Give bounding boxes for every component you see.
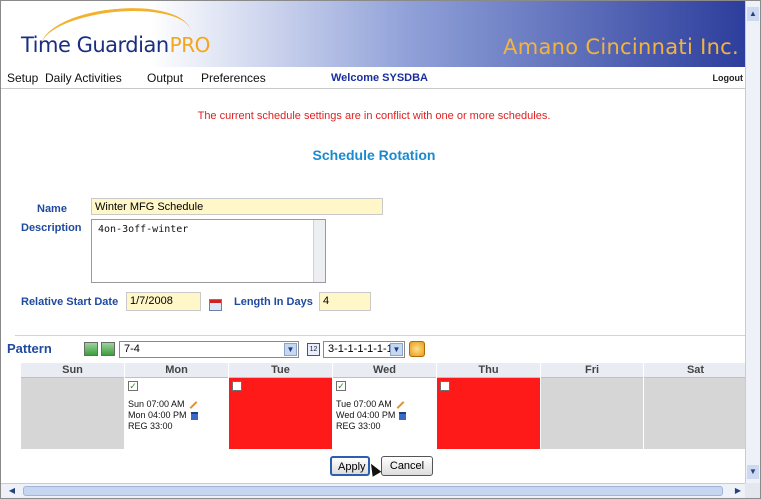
sequence-icon[interactable]: 12 bbox=[307, 343, 320, 356]
day-checkbox[interactable]: ✓ bbox=[336, 381, 346, 391]
day-cell[interactable] bbox=[21, 378, 124, 449]
logo-pro: PRO bbox=[169, 33, 211, 57]
description-text: 4on-3off-winter bbox=[98, 224, 189, 235]
length-label: Length In Days bbox=[234, 296, 313, 308]
day-column-wed: Wed ✓ Tue 07:00 AM Wed 04:00 PM REG 33:0… bbox=[333, 363, 437, 449]
day-checkbox[interactable] bbox=[232, 381, 242, 391]
app-header: Time GuardianPRO Amano Cincinnati Inc. bbox=[1, 1, 747, 77]
logout-link[interactable]: Logout bbox=[713, 73, 744, 83]
scroll-left-icon[interactable]: ◀ bbox=[5, 485, 19, 497]
pattern-select[interactable]: 7-4 ▼ bbox=[119, 341, 299, 358]
shift-info: Tue 07:00 AM Wed 04:00 PM REG 33:00 bbox=[336, 399, 407, 432]
day-header: Fri bbox=[541, 363, 643, 378]
trash-icon[interactable] bbox=[190, 411, 198, 420]
shift-start: Sun 07:00 AM bbox=[128, 399, 185, 409]
scroll-up-icon[interactable]: ▲ bbox=[747, 7, 759, 21]
name-label: Name bbox=[37, 203, 67, 215]
schedule-grid: Sun Mon ✓ Sun 07:00 AM Mon 04:00 PM REG … bbox=[21, 363, 747, 449]
day-cell[interactable] bbox=[437, 378, 540, 449]
day-header: Thu bbox=[437, 363, 540, 378]
day-header: Wed bbox=[333, 363, 436, 378]
day-cell[interactable]: ✓ Sun 07:00 AM Mon 04:00 PM REG 33:00 bbox=[125, 378, 228, 449]
calendar-icon[interactable] bbox=[209, 299, 222, 311]
description-scrollbar[interactable] bbox=[313, 220, 325, 282]
day-cell[interactable] bbox=[541, 378, 643, 449]
description-textarea[interactable]: 4on-3off-winter bbox=[91, 219, 326, 283]
sequence-select[interactable]: 3-1-1-1-1-1-1 ▼ bbox=[323, 341, 405, 358]
edit-icon[interactable] bbox=[396, 400, 405, 409]
shift-code: REG 33:00 bbox=[128, 421, 173, 431]
menu-output[interactable]: Output bbox=[147, 71, 183, 85]
logo-text: Time Guardian bbox=[21, 33, 169, 57]
start-date-label: Relative Start Date bbox=[21, 296, 119, 308]
scroll-down-icon[interactable]: ▼ bbox=[747, 465, 759, 479]
name-field[interactable]: Winter MFG Schedule bbox=[91, 198, 383, 215]
day-column-tue: Tue bbox=[229, 363, 333, 449]
chevron-down-icon[interactable]: ▼ bbox=[390, 343, 403, 356]
length-field[interactable]: 4 bbox=[319, 292, 371, 311]
shift-code: REG 33:00 bbox=[336, 421, 381, 431]
shift-start: Tue 07:00 AM bbox=[336, 399, 392, 409]
scroll-right-icon[interactable]: ▶ bbox=[731, 485, 745, 497]
day-column-mon: Mon ✓ Sun 07:00 AM Mon 04:00 PM REG 33:0… bbox=[125, 363, 229, 449]
day-header: Mon bbox=[125, 363, 228, 378]
app-window: Time GuardianPRO Amano Cincinnati Inc. S… bbox=[0, 0, 761, 499]
description-label: Description bbox=[21, 222, 82, 234]
company-name: Amano Cincinnati Inc. bbox=[503, 35, 739, 59]
app-logo: Time GuardianPRO bbox=[21, 33, 210, 57]
shift-end: Mon 04:00 PM bbox=[128, 410, 187, 420]
chevron-down-icon[interactable]: ▼ bbox=[284, 343, 297, 356]
day-header: Sun bbox=[21, 363, 124, 378]
add-pattern-icon[interactable] bbox=[101, 342, 115, 356]
edit-icon[interactable] bbox=[189, 400, 197, 409]
day-header: Tue bbox=[229, 363, 332, 378]
scroll-corner bbox=[745, 483, 760, 498]
day-cell[interactable] bbox=[644, 378, 747, 449]
shift-info: Sun 07:00 AM Mon 04:00 PM REG 33:00 bbox=[128, 399, 198, 432]
day-column-fri: Fri bbox=[541, 363, 644, 449]
day-cell[interactable] bbox=[229, 378, 332, 449]
menu-preferences[interactable]: Preferences bbox=[201, 71, 266, 85]
day-cell[interactable]: ✓ Tue 07:00 AM Wed 04:00 PM REG 33:00 bbox=[333, 378, 436, 449]
sequence-select-value: 3-1-1-1-1-1-1 bbox=[328, 343, 393, 355]
cancel-button[interactable]: Cancel bbox=[381, 456, 433, 476]
pattern-label: Pattern bbox=[7, 341, 52, 356]
menu-bar: Setup Daily Activities Output Preference… bbox=[1, 67, 747, 89]
day-column-sat: Sat bbox=[644, 363, 747, 449]
menu-daily-activities[interactable]: Daily Activities bbox=[45, 71, 122, 85]
menu-setup[interactable]: Setup bbox=[7, 71, 38, 85]
apply-button[interactable]: Apply bbox=[330, 456, 370, 476]
conflict-message: The current schedule settings are in con… bbox=[197, 110, 551, 122]
day-header: Sat bbox=[644, 363, 747, 378]
page-title: Schedule Rotation bbox=[312, 147, 436, 163]
day-column-sun: Sun bbox=[21, 363, 125, 449]
start-date-field[interactable]: 1/7/2008 bbox=[126, 292, 201, 311]
trash-icon[interactable] bbox=[399, 411, 407, 420]
pattern-select-value: 7-4 bbox=[124, 343, 140, 355]
apply-pattern-icon[interactable] bbox=[409, 341, 425, 357]
day-checkbox[interactable] bbox=[440, 381, 450, 391]
shift-end: Wed 04:00 PM bbox=[336, 410, 396, 420]
horizontal-scrollbar[interactable]: ◀ ▶ bbox=[1, 483, 747, 498]
vertical-scrollbar[interactable]: ▲ ▼ bbox=[745, 1, 760, 485]
add-shift-icon[interactable] bbox=[84, 342, 98, 356]
day-checkbox[interactable]: ✓ bbox=[128, 381, 138, 391]
welcome-text: Welcome SYSDBA bbox=[331, 72, 428, 84]
day-column-thu: Thu bbox=[437, 363, 541, 449]
scroll-thumb[interactable] bbox=[23, 486, 723, 496]
